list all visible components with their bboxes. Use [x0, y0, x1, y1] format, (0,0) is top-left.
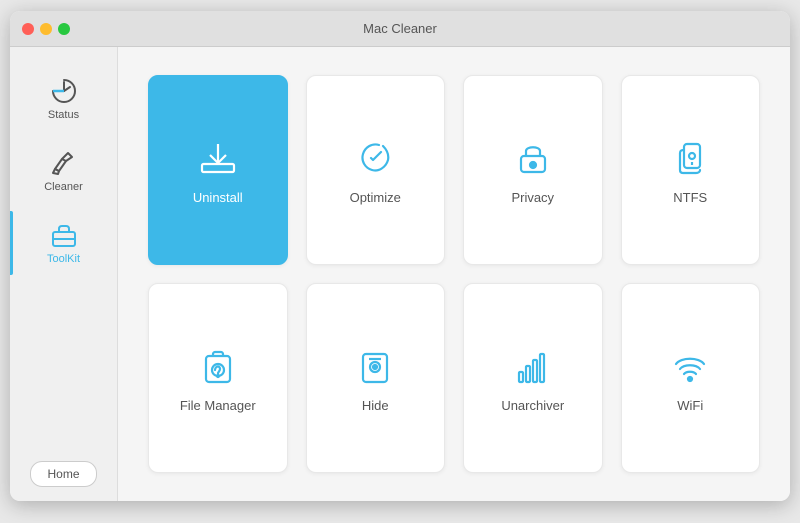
- tile-wifi[interactable]: WiFi: [621, 283, 761, 473]
- uninstall-icon: [196, 136, 240, 180]
- sidebar-toolkit-label: ToolKit: [47, 253, 80, 265]
- status-icon: [50, 77, 78, 105]
- sidebar-item-toolkit[interactable]: ToolKit: [10, 211, 117, 275]
- hide-icon: [353, 344, 397, 388]
- tile-privacy[interactable]: Privacy: [463, 75, 603, 265]
- tile-unarchiver-label: Unarchiver: [501, 398, 564, 413]
- tile-file-manager-label: File Manager: [180, 398, 256, 413]
- ntfs-icon: [668, 136, 712, 180]
- tile-hide[interactable]: Hide: [306, 283, 446, 473]
- content-area: Uninstall Optimize: [118, 47, 790, 501]
- tile-wifi-label: WiFi: [677, 398, 703, 413]
- tile-ntfs-label: NTFS: [673, 190, 707, 205]
- tile-uninstall-label: Uninstall: [193, 190, 243, 205]
- wifi-icon: [668, 344, 712, 388]
- main-window: Mac Cleaner Status: [10, 11, 790, 501]
- tile-ntfs[interactable]: NTFS: [621, 75, 761, 265]
- sidebar-cleaner-label: Cleaner: [44, 181, 83, 193]
- sidebar-status-label: Status: [48, 109, 79, 121]
- tile-optimize-label: Optimize: [350, 190, 401, 205]
- close-button[interactable]: [22, 23, 34, 35]
- tile-uninstall[interactable]: Uninstall: [148, 75, 288, 265]
- privacy-icon: [511, 136, 555, 180]
- tile-optimize[interactable]: Optimize: [306, 75, 446, 265]
- unarchiver-icon: [511, 344, 555, 388]
- maximize-button[interactable]: [58, 23, 70, 35]
- sidebar-item-status[interactable]: Status: [10, 67, 117, 131]
- optimize-icon: [353, 136, 397, 180]
- minimize-button[interactable]: [40, 23, 52, 35]
- tools-grid: Uninstall Optimize: [148, 75, 760, 473]
- toolkit-icon: [50, 221, 78, 249]
- titlebar: Mac Cleaner: [10, 11, 790, 47]
- file-manager-icon: [196, 344, 240, 388]
- window-title: Mac Cleaner: [363, 21, 437, 36]
- tile-unarchiver[interactable]: Unarchiver: [463, 283, 603, 473]
- home-button[interactable]: Home: [30, 461, 96, 487]
- main-content: Status Cleaner ToolKit: [10, 47, 790, 501]
- tile-file-manager[interactable]: File Manager: [148, 283, 288, 473]
- sidebar-item-cleaner[interactable]: Cleaner: [10, 139, 117, 203]
- sidebar: Status Cleaner ToolKit: [10, 47, 118, 501]
- traffic-lights: [22, 23, 70, 35]
- tile-privacy-label: Privacy: [511, 190, 554, 205]
- cleaner-icon: [50, 149, 78, 177]
- tile-hide-label: Hide: [362, 398, 389, 413]
